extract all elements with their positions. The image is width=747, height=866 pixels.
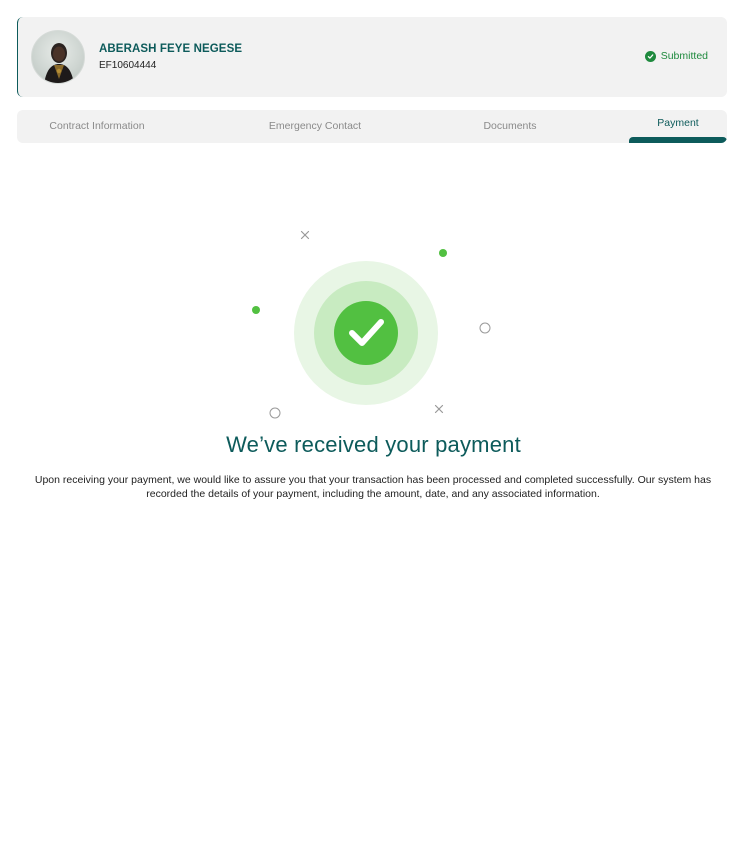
tab-contract-information[interactable]: Contract Information (17, 110, 177, 143)
tab-payment[interactable]: Payment (629, 110, 727, 143)
confirmation-message: Upon receiving your payment, we would li… (34, 474, 712, 500)
payment-page: ABERASH FEYE NEGESE EF10604444 Submitted… (0, 0, 747, 866)
close-icon (300, 230, 310, 240)
status-badge: Submitted (644, 50, 708, 62)
tab-emergency-contact[interactable]: Emergency Contact (235, 110, 395, 143)
avatar (31, 30, 85, 84)
outer-ring (294, 261, 438, 405)
profile-card: ABERASH FEYE NEGESE EF10604444 Submitted (17, 17, 727, 97)
close-icon (434, 404, 444, 414)
check-circle-icon (644, 50, 656, 62)
success-circle (334, 301, 398, 365)
confirmation-title: We’ve received your payment (226, 432, 521, 457)
profile-id: EF10604444 (99, 60, 157, 71)
tab-documents[interactable]: Documents (450, 110, 570, 143)
tab-bar: Contract Information Emergency Contact D… (17, 110, 727, 143)
confetti-dot (252, 306, 260, 314)
middle-ring (314, 281, 418, 385)
check-icon (349, 319, 384, 346)
confetti-ring (269, 407, 281, 419)
confetti-ring (479, 322, 491, 334)
status-label: Submitted (660, 50, 708, 62)
confetti-dot (439, 249, 447, 257)
profile-name: ABERASH FEYE NEGESE (99, 43, 243, 55)
